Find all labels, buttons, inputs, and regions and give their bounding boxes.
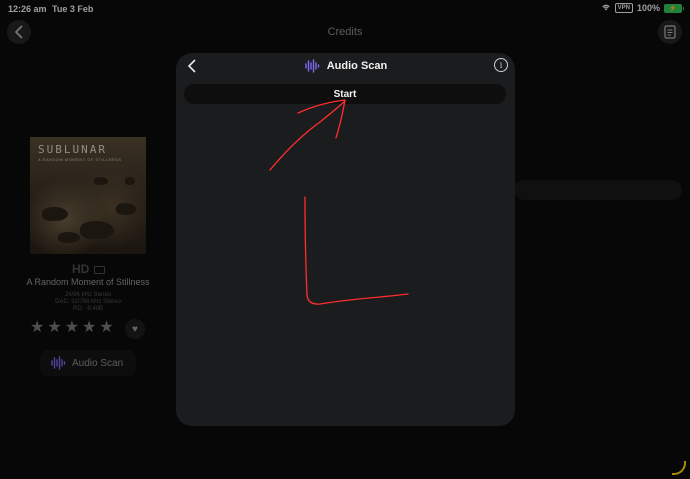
- info-button[interactable]: i: [494, 58, 508, 72]
- info-icon: i: [499, 60, 503, 70]
- start-button[interactable]: Start: [184, 84, 506, 104]
- audio-scan-modal: Audio Scan i Start: [176, 53, 515, 426]
- modal-header: Audio Scan: [176, 58, 515, 74]
- waveform-icon: [305, 59, 319, 73]
- modal-title: Audio Scan: [326, 60, 388, 72]
